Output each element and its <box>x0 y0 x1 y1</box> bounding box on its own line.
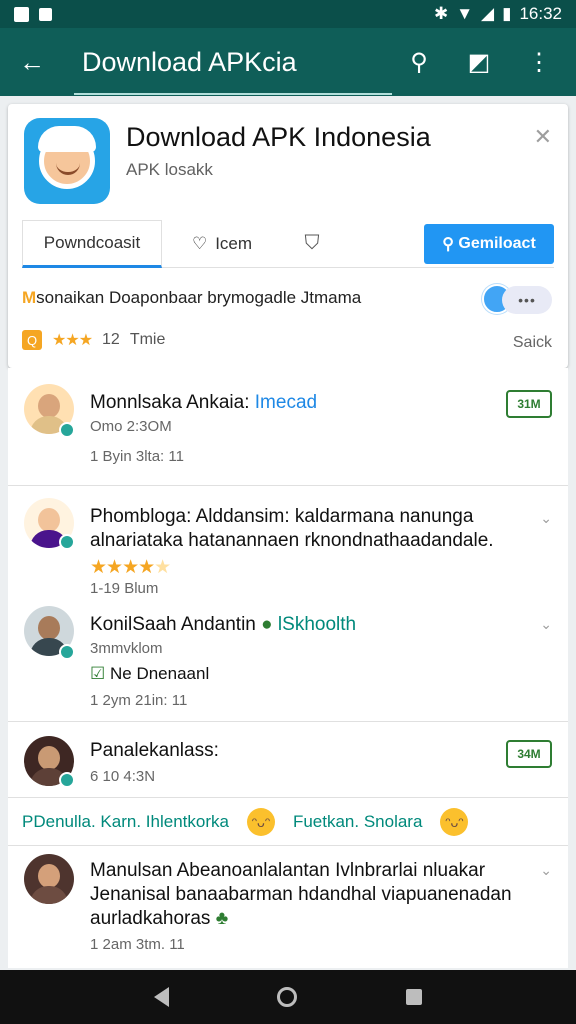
item-meta: 3mmvklom <box>90 640 163 657</box>
item-name: Phombloga: Alddansim: kaldarmana nanunga <box>90 506 474 527</box>
item-meta: Omo 2:3OM <box>90 418 172 435</box>
list-item[interactable]: Monnlsaka Ankaia: Imecad Omo 2:3OM 1 Byi… <box>8 368 568 486</box>
item-name-row: aurladkahoras ♣ <box>90 908 228 930</box>
stars-filled: ★★★★ <box>90 557 155 578</box>
heart-icon: ♡ <box>191 233 208 253</box>
size-badge[interactable]: 34M <box>506 740 552 768</box>
item-name-cont2: aurladkahoras <box>90 908 211 929</box>
item-name-cont: Jenanisal banaabarman hdandhal viapuanen… <box>90 884 512 905</box>
item-accent: lSkhoolth <box>277 614 357 635</box>
tab-like[interactable]: ♡ Icem <box>162 220 282 268</box>
item-name-row: Monnlsaka Ankaia: Imecad <box>90 392 317 414</box>
app-detail-card: Download APK Indonesia APK losakk ✕ Pown… <box>8 104 568 368</box>
comment-list: Monnlsaka Ankaia: Imecad Omo 2:3OM 1 Byi… <box>8 368 568 968</box>
rating-badge: Q <box>22 330 42 350</box>
rating-label: Tmie <box>129 331 166 348</box>
chevron-down-icon[interactable]: ⌄ <box>540 862 552 879</box>
bluetooth-icon: ✱ <box>433 4 449 23</box>
list-item[interactable]: KonilSaah Andantin ● lSkhoolth 3mmvklom … <box>8 598 568 722</box>
verified-badge-icon <box>59 422 75 438</box>
nav-recents-icon[interactable] <box>405 989 422 1005</box>
app-bar: ← Download APKcia ⚲ ◩ ⋮ <box>0 28 576 96</box>
download-button-label: Gemiloact <box>458 235 536 252</box>
star-rating: ★★★★★ <box>90 556 171 579</box>
app-subtitle: APK losakk <box>126 160 213 179</box>
item-accent: Imecad <box>254 392 318 413</box>
rating-meta: Q ★★★ 12 Tmie <box>22 330 165 350</box>
tab-download[interactable]: Powndcoasit <box>22 219 162 268</box>
search-icon[interactable]: ⚲ <box>402 45 436 79</box>
wifi-icon: ▼ <box>456 4 474 23</box>
tag-middle[interactable]: Fuetkan. Snolara <box>293 812 422 832</box>
checkbox-icon: ☑ <box>90 664 106 683</box>
edit-icon[interactable]: ◩ <box>462 45 496 79</box>
app-face-icon <box>24 118 110 204</box>
list-item[interactable]: Panalekanlass: 6 10 4:3N 34M <box>8 722 568 798</box>
notification-square-icon <box>39 7 52 21</box>
item-name: KonilSaah Andantin <box>90 614 256 635</box>
nav-back-icon[interactable] <box>154 987 170 1007</box>
more-options-icon[interactable]: ••• <box>502 286 552 314</box>
item-status: Ne Dnenaanl <box>109 664 210 683</box>
item-time: 1 2ym 21in: 11 <box>90 692 188 709</box>
item-time: 1 2am 3tm. 11 <box>90 936 185 953</box>
more-vertical-icon[interactable]: ⋮ <box>522 45 556 79</box>
star-rating: ★★★ <box>52 332 93 349</box>
star-empty: ★ <box>154 557 171 578</box>
promo-body: sonaikan Doaponbaar brymogadle Jtmama <box>36 288 362 307</box>
bookmark-icon[interactable]: ⛉ <box>282 220 342 268</box>
verified-badge-icon <box>59 644 75 660</box>
status-bar: ✱ ▼ ◢ ▮ 16:32 <box>0 0 576 28</box>
promo-prefix: M <box>22 288 37 307</box>
battery-icon: ▮ <box>502 4 512 23</box>
item-status-row: ☑ Ne Dnenaanl <box>90 664 209 684</box>
emoji-icon: ᵔᴗᵔ <box>440 807 469 836</box>
list-item[interactable]: Manulsan Abeanoanlalantan Ivlnbrarlai nl… <box>8 846 568 966</box>
nav-home-icon[interactable] <box>277 987 298 1007</box>
app-title: Download APK Indonesia <box>126 122 431 152</box>
item-meta: 1-19 Blum <box>90 580 159 597</box>
promo-text: Msonaikan Doaponbaar brymogadle Jtmama <box>22 288 482 308</box>
close-icon[interactable]: ✕ <box>534 124 552 150</box>
item-time: 1 Byin 3lta: 11 <box>90 448 184 465</box>
size-badge[interactable]: 31M <box>506 390 552 418</box>
emoji-icon: ᵔᴗᵔ <box>246 807 275 836</box>
item-meta: 6 10 4:3N <box>90 768 156 785</box>
meta-right-link[interactable]: Saick <box>513 334 552 352</box>
avatar <box>24 854 74 904</box>
status-time: 16:32 <box>519 4 562 23</box>
item-name: Panalekanlass: <box>90 740 219 761</box>
signal-icon: ◢ <box>481 4 495 23</box>
system-nav-bar <box>0 970 576 1024</box>
item-name-row: KonilSaah Andantin ● lSkhoolth <box>90 614 356 636</box>
appbar-title: Download APKcia <box>82 46 297 77</box>
download-button[interactable]: ⚲ Gemiloact <box>424 224 554 264</box>
chevron-down-icon[interactable]: ⌄ <box>540 616 552 633</box>
item-name: Monnlsaka Ankaia: <box>90 392 250 413</box>
tag-left[interactable]: PDenulla. Karn. Ihlentkorka <box>22 812 229 832</box>
item-name: Manulsan Abeanoanlalantan Ivlnbrarlai nl… <box>90 860 486 881</box>
leaf-icon: ♣ <box>215 908 229 929</box>
verified-badge-icon <box>59 534 75 550</box>
tag-row: PDenulla. Karn. Ihlentkorka ᵔᴗᵔ Fuetkan.… <box>8 798 568 846</box>
check-circle-icon: ● <box>261 614 273 635</box>
appbar-title-underline <box>74 93 392 95</box>
tab-like-label: Icem <box>215 233 253 253</box>
rating-count: 12 <box>102 331 120 348</box>
action-tabs: Powndcoasit ♡ Icem ⛉ ⚲ Gemiloact <box>22 219 554 268</box>
chevron-down-icon[interactable]: ⌄ <box>540 510 552 527</box>
list-item[interactable]: Phombloga: Alddansim: kaldarmana nanunga… <box>8 486 568 598</box>
location-pin-icon: ⚲ <box>442 236 454 253</box>
tab-download-label: Powndcoasit <box>43 232 141 252</box>
notification-icon <box>14 6 29 22</box>
item-name-cont: alnariataka hatanannaen rknondnathaadand… <box>90 530 494 551</box>
verified-badge-icon <box>59 772 75 788</box>
back-arrow-icon[interactable]: ← <box>0 28 64 96</box>
